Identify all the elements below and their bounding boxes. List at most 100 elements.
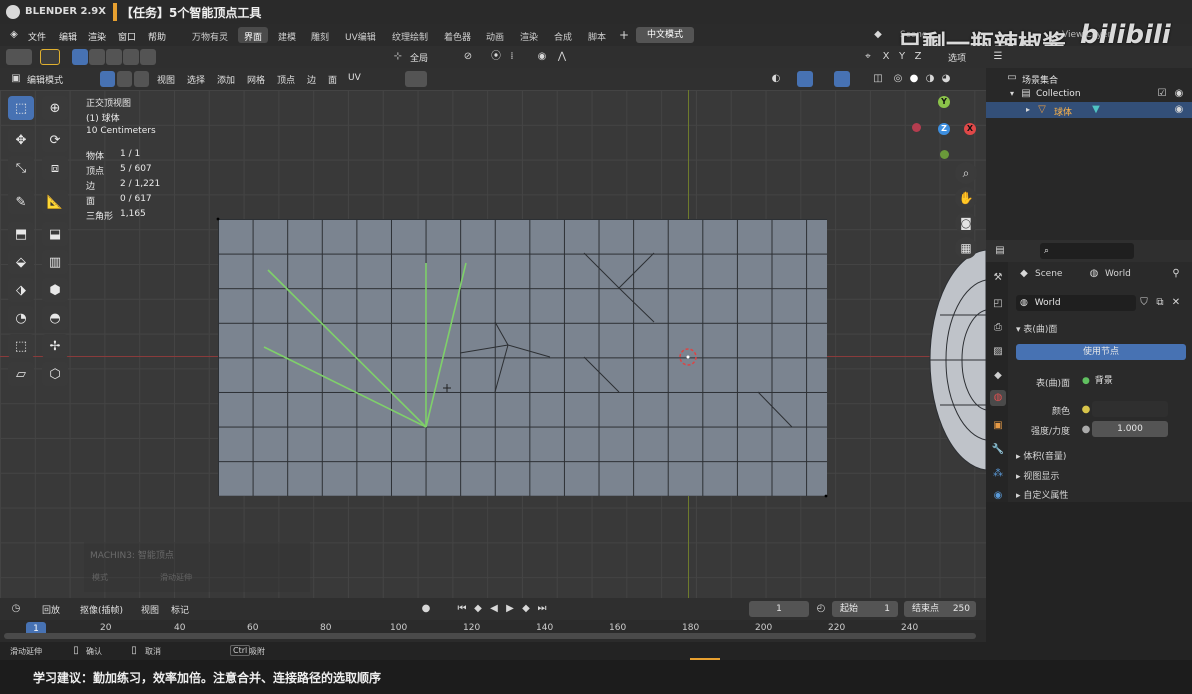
gizmo-neg-x-axis[interactable] [912, 123, 921, 132]
inset-tool-icon[interactable]: ⬓ [42, 222, 68, 246]
expand-arrow-icon[interactable]: ▾ [1006, 88, 1018, 100]
modifier-tab-icon[interactable]: 🔧 [990, 442, 1006, 458]
falloff-icon[interactable]: ⋀ [556, 51, 568, 63]
camera-view-icon[interactable]: ◙ [955, 212, 977, 234]
visibility-icon[interactable]: ◐ [770, 73, 782, 85]
duplicate-icon[interactable]: ⧉ [1154, 297, 1166, 309]
z-mirror-icon[interactable]: Z [912, 51, 924, 63]
pin-icon[interactable]: ⚲ [1170, 268, 1182, 280]
start-frame-input[interactable]: 起始 1 [832, 601, 898, 617]
transform-tool-icon[interactable]: ⧈ [42, 156, 68, 180]
ortho-toggle-icon[interactable]: ▦ [955, 237, 977, 259]
select-mode-new-icon[interactable] [72, 49, 88, 65]
proportional-edit-icon[interactable]: ◉ [536, 51, 548, 63]
annotate-tool-icon[interactable]: ✎ [8, 190, 34, 214]
color-socket-icon[interactable]: ● [1080, 404, 1092, 416]
pan-hand-icon[interactable]: ✋ [955, 187, 977, 209]
menu-uv[interactable]: UV [348, 73, 361, 83]
record-icon[interactable]: ● [420, 603, 432, 615]
tab-workspace-0[interactable]: 万物有灵 [186, 27, 234, 43]
solid-shading-icon[interactable]: ● [908, 73, 920, 85]
visibility-eye-icon[interactable]: ◉ [1173, 104, 1185, 116]
surface-shader-field[interactable]: ● 背景 [1078, 373, 1168, 389]
end-frame-input[interactable]: 结束点 250 [904, 601, 976, 617]
snap-target-icon[interactable]: ⁞ [506, 51, 518, 63]
tab-workspace-layout[interactable]: 界面 [238, 27, 269, 43]
tab-workspace-uv[interactable]: UV编辑 [339, 27, 382, 43]
options-menu[interactable]: 选项 [948, 51, 966, 64]
custom-props-panel-header[interactable]: ▸ 自定义属性 [1016, 488, 1068, 501]
3d-viewport[interactable]: 正交顶视图 (1) 球体 10 Centimeters 物体 1 / 1 顶点 … [0, 90, 986, 598]
menu-edit[interactable]: 编辑 [59, 30, 77, 43]
face-select-mode-icon[interactable] [134, 71, 149, 87]
zoom-icon[interactable]: ⌕ [955, 162, 977, 184]
outliner-editor-icon[interactable]: ☰ [992, 51, 1004, 63]
menu-add[interactable]: 添加 [217, 73, 235, 86]
outliner-scene-collection[interactable]: ▭ 场景集合 [986, 70, 1192, 86]
view-layer-tab-icon[interactable]: ▨ [990, 344, 1006, 360]
outliner-collection[interactable]: ▾ ▤ Collection ☑ ◉ [986, 86, 1192, 102]
gizmo-y-axis[interactable]: Y [938, 96, 950, 108]
jump-start-icon[interactable]: ⏮ [456, 603, 468, 615]
properties-world-crumb[interactable]: World [1105, 269, 1131, 279]
tab-workspace-compositing[interactable]: 合成 [548, 27, 578, 43]
render-tab-icon[interactable]: ◰ [990, 296, 1006, 312]
add-workspace-icon[interactable]: + [618, 29, 630, 41]
operator-redo-panel[interactable]: MACHIN3: 智能顶点 模式 滑动延伸 [84, 542, 310, 592]
select-mode-subtract-icon[interactable] [106, 49, 122, 65]
gizmo-x-axis[interactable]: X [964, 123, 976, 135]
measure-tool-icon[interactable]: 📐 [42, 190, 68, 214]
timeline-ruler[interactable]: 1 20 40 60 80 100 120 140 160 180 200 22… [0, 620, 986, 642]
exclude-checkbox-icon[interactable]: ☑ [1156, 88, 1168, 100]
menu-face[interactable]: 面 [328, 73, 337, 86]
xray-icon[interactable]: ◫ [872, 73, 884, 85]
tab-workspace-animation[interactable]: 动画 [480, 27, 510, 43]
menu-help[interactable]: 帮助 [148, 30, 166, 43]
material-shading-icon[interactable]: ◑ [924, 73, 936, 85]
stopwatch-icon[interactable]: ◴ [815, 603, 827, 615]
eyedropper-icon[interactable] [405, 71, 427, 87]
select-mode-extend-icon[interactable] [89, 49, 105, 65]
move-tool-icon[interactable]: ✥ [8, 128, 34, 152]
strength-socket-icon[interactable]: ● [1080, 424, 1092, 436]
cursor-tool-icon[interactable]: ⊕ [42, 96, 68, 120]
tool-tab-icon[interactable]: ⚒ [990, 270, 1006, 286]
surface-panel-header[interactable]: ▾ 表(曲)面 [1016, 322, 1057, 335]
y-mirror-icon[interactable]: Y [896, 51, 908, 63]
viewport-display-panel-header[interactable]: ▸ 视图显示 [1016, 469, 1059, 482]
next-keyframe-icon[interactable]: ◆ [520, 603, 532, 615]
mode-select[interactable]: 编辑模式 [27, 73, 63, 86]
current-frame-input[interactable]: 1 [749, 601, 809, 617]
tab-workspace-modeling[interactable]: 建模 [272, 27, 302, 43]
rip-tool-icon[interactable]: ⬡ [42, 362, 68, 386]
volume-panel-header[interactable]: ▸ 体积(音量) [1016, 449, 1066, 462]
tab-workspace-texture[interactable]: 纹理绘制 [386, 27, 434, 43]
menu-view[interactable]: 视图 [157, 73, 175, 86]
visibility-eye-icon[interactable]: ◉ [1173, 88, 1185, 100]
wireframe-shading-icon[interactable]: ◎ [892, 73, 904, 85]
scale-tool-icon[interactable]: ⤡ [8, 156, 34, 180]
menu-timeline-view[interactable]: 视图 [141, 603, 159, 616]
smooth-tool-icon[interactable]: ◓ [42, 306, 68, 330]
shear-tool-icon[interactable]: ▱ [8, 362, 34, 386]
timeline-editor-icon[interactable]: ◷ [10, 603, 22, 615]
menu-render[interactable]: 渲染 [88, 30, 106, 43]
menu-file[interactable]: 文件 [28, 30, 46, 43]
x-mirror-icon[interactable]: X [880, 51, 892, 63]
properties-editor-icon[interactable]: ▤ [994, 245, 1006, 257]
gizmo-neg-y-axis[interactable] [940, 150, 949, 159]
pivot-point-icon[interactable]: ⊘ [462, 51, 474, 63]
rotate-tool-icon[interactable]: ⟳ [42, 128, 68, 152]
world-datablock-field[interactable]: ◍ World [1016, 295, 1136, 311]
rendered-shading-icon[interactable]: ◕ [940, 73, 952, 85]
particles-tab-icon[interactable]: ⁂ [990, 466, 1006, 482]
tab-workspace-scripting[interactable]: 脚本 [582, 27, 612, 43]
output-tab-icon[interactable]: ⎙ [990, 320, 1006, 336]
select-tool-icon[interactable] [40, 49, 60, 65]
unlink-icon[interactable]: ✕ [1170, 297, 1182, 309]
jump-end-icon[interactable]: ⏭ [536, 603, 548, 615]
timeline-scrollbar[interactable] [4, 633, 976, 639]
tab-workspace-render[interactable]: 渲染 [514, 27, 544, 43]
chinese-mode-button[interactable]: 中文模式 [636, 27, 694, 43]
bevel-tool-icon[interactable]: ⬙ [8, 250, 34, 274]
